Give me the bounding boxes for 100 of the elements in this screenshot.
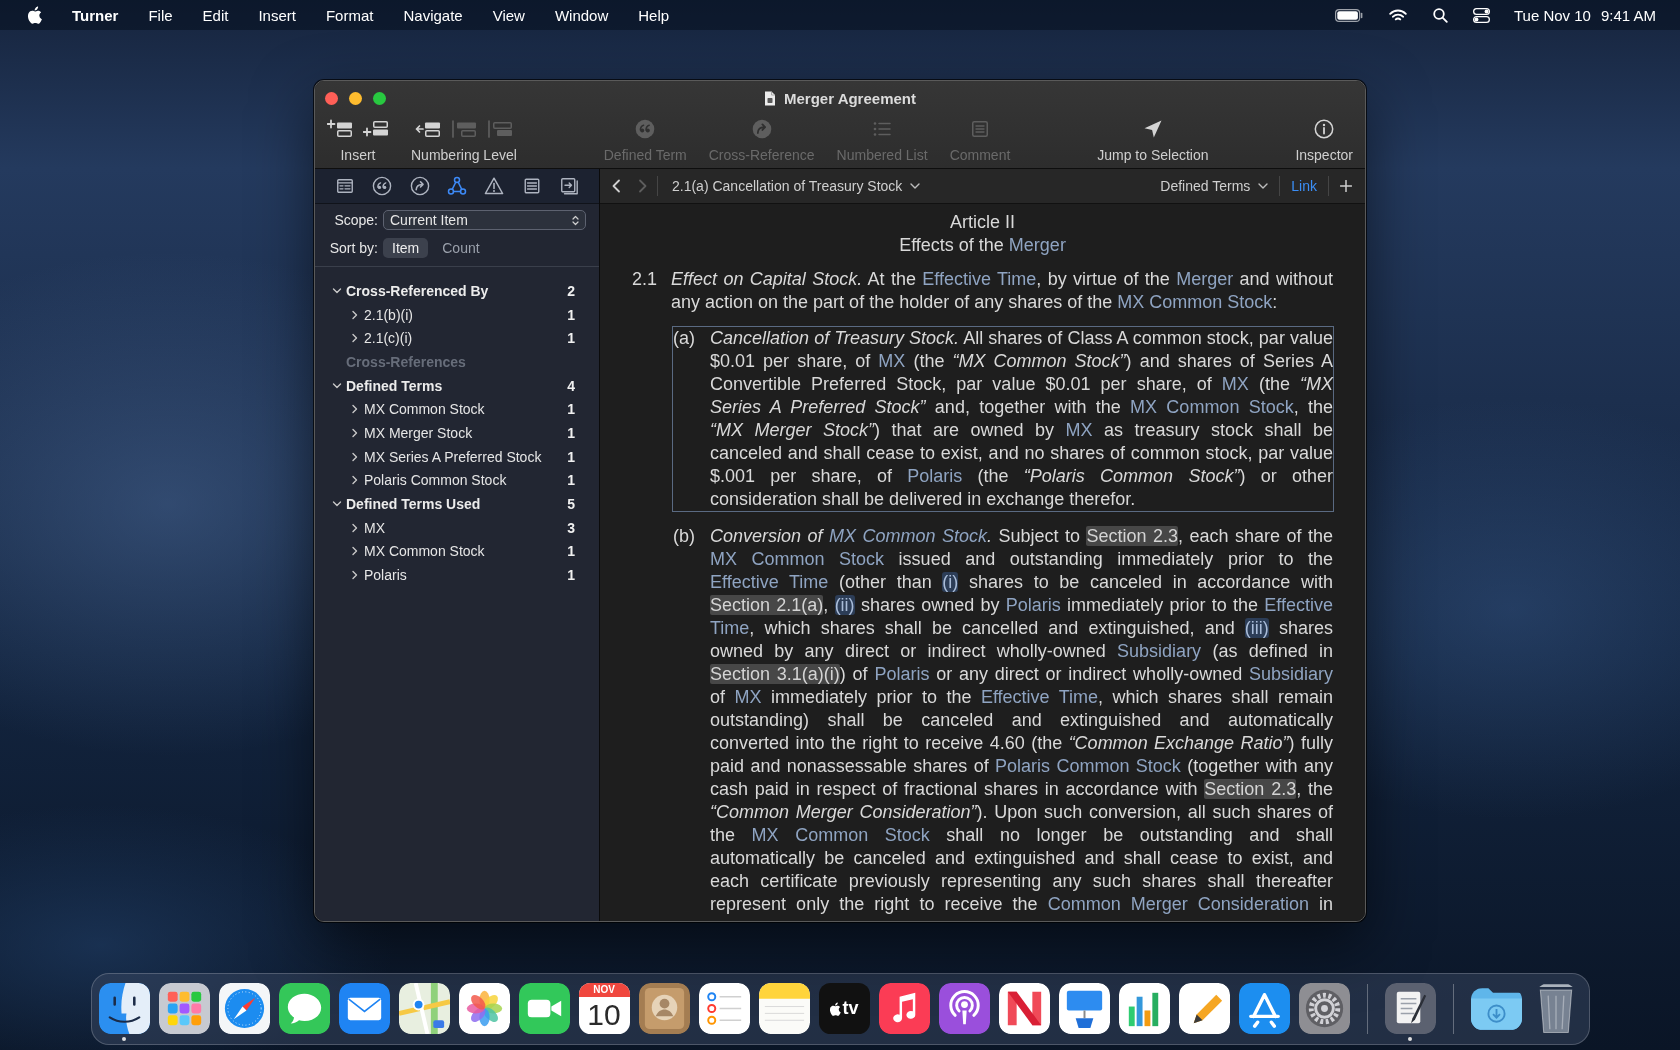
envelope-icon[interactable] (338, 983, 390, 1034)
network-icon[interactable] (447, 176, 467, 196)
outline-item-label[interactable]: 2.1(c)(i) (364, 330, 413, 347)
defined-term-link[interactable]: Subsidiary (1117, 641, 1202, 661)
person-icon[interactable] (638, 983, 690, 1034)
outline-item-label[interactable]: Polaris Common Stock (364, 472, 507, 489)
defined-term-link[interactable]: Subsidiary (1248, 664, 1333, 684)
scope-popup[interactable]: Current Item (383, 210, 586, 230)
app-grid-icon[interactable] (158, 983, 210, 1034)
menu-item[interactable]: Format (325, 6, 374, 24)
defined-term-link[interactable]: MX Common Stock (710, 549, 885, 569)
toolbar-button[interactable]: Inspector (1295, 115, 1353, 163)
defined-term-link[interactable]: Effective Time (922, 269, 1037, 289)
defined-term-link[interactable]: MX Common Stock (829, 526, 987, 546)
close-button[interactable] (325, 91, 338, 105)
bar-chart-icon[interactable] (1118, 983, 1170, 1034)
toggle-switches-icon[interactable] (1472, 7, 1490, 23)
quote-icon[interactable] (372, 176, 393, 196)
outline-item-label[interactable]: MX (364, 519, 385, 536)
menu-bar-clock[interactable]: 9:41 AM (1600, 6, 1656, 24)
menu-item[interactable]: Insert (258, 6, 296, 24)
menu-item[interactable]: Navigate (403, 6, 463, 24)
defined-term-link[interactable]: MX (734, 687, 762, 707)
defined-term-link[interactable]: MX Common Stock (1130, 397, 1294, 417)
breadcrumb-popup[interactable]: 2.1(a) Cancellation of Treasury Stock (672, 178, 921, 194)
podcast-icon[interactable] (938, 983, 990, 1034)
compass-icon[interactable] (218, 983, 270, 1034)
chevron-right-icon[interactable] (350, 404, 360, 415)
outline-group-label[interactable]: Defined Terms Used (346, 496, 481, 513)
outline-group-label[interactable]: Cross-Referenced By (346, 282, 489, 299)
chevron-right-icon[interactable] (350, 475, 360, 486)
zoom-button[interactable] (373, 91, 386, 105)
chevron-right-icon[interactable] (350, 570, 360, 581)
chevron-right-icon[interactable] (350, 522, 360, 533)
view-popup[interactable]: Defined Terms (1160, 178, 1269, 194)
menu-item[interactable]: Help (638, 6, 670, 24)
checklist-icon[interactable] (698, 983, 750, 1034)
video-camera-icon[interactable] (518, 983, 570, 1034)
gear-icon[interactable] (1298, 983, 1350, 1034)
map-icon[interactable] (398, 983, 450, 1034)
defined-term-link[interactable]: Polaris (874, 664, 930, 684)
chevron-right-icon[interactable] (350, 451, 360, 462)
defined-term-link[interactable]: MX (878, 351, 906, 371)
outline-item-label[interactable]: Polaris (364, 567, 407, 584)
tv-app-tile[interactable]: tv (818, 983, 870, 1034)
music-note-icon[interactable] (878, 983, 930, 1034)
section-reference-link[interactable]: Section 2.1(a) (710, 595, 824, 615)
menu-item[interactable]: View (492, 6, 525, 24)
chevron-right-icon[interactable] (350, 309, 360, 320)
defined-term-link[interactable]: Merger (1176, 269, 1234, 289)
defined-term-link[interactable]: Effective (1264, 595, 1333, 615)
pen-icon[interactable] (1178, 983, 1230, 1034)
export-icon[interactable] (558, 176, 579, 196)
clause-reference-link[interactable]: (ii) (834, 595, 855, 615)
face-icon[interactable] (98, 983, 150, 1034)
defined-term-link[interactable]: MX (1221, 374, 1249, 394)
defined-term-link[interactable]: MX Common Stock (1117, 292, 1273, 312)
menu-item[interactable]: Window (554, 6, 609, 24)
sort-option[interactable]: Item (383, 238, 429, 258)
n-logo-icon[interactable] (998, 983, 1050, 1034)
chevron-right-icon[interactable] (350, 427, 360, 438)
sort-option[interactable]: Count (433, 238, 489, 258)
link-button[interactable]: Link (1291, 178, 1317, 194)
a-frame-icon[interactable] (1238, 983, 1290, 1034)
outline-item-label[interactable]: MX Common Stock (364, 401, 485, 418)
defined-term-link[interactable]: Polaris (907, 466, 963, 486)
search-icon[interactable] (1432, 7, 1448, 23)
chevron-left-icon[interactable] (611, 179, 621, 193)
notepad-icon[interactable] (758, 983, 810, 1034)
menu-item[interactable]: File (148, 6, 173, 24)
apple-menu-icon[interactable] (27, 6, 42, 24)
clause-reference-link[interactable]: (iii) (1244, 618, 1269, 638)
add-icon[interactable] (1340, 180, 1352, 192)
clause-reference-link[interactable]: (i) (942, 572, 959, 592)
document-pen-icon[interactable] (1384, 983, 1436, 1034)
minimize-button[interactable] (349, 91, 362, 105)
defined-term-link[interactable]: Polaris Common Stock (995, 756, 1181, 776)
chevron-down-icon[interactable] (332, 380, 342, 391)
defined-term-link[interactable]: Merger (1008, 235, 1066, 255)
outline-item-label[interactable]: MX Merger Stock (364, 424, 473, 441)
toolbar-button[interactable]: Jump to Selection (1097, 115, 1209, 163)
section-reference-link[interactable]: Section 3.1(a)(i) (710, 664, 840, 684)
flower-icon[interactable] (458, 983, 510, 1034)
trash-icon[interactable] (1537, 983, 1575, 1034)
defined-term-link[interactable]: Effective Time (980, 687, 1099, 707)
defined-term-link[interactable]: Time (710, 618, 750, 638)
chevron-right-icon[interactable] (350, 333, 360, 344)
chevron-right-icon[interactable] (350, 546, 360, 557)
speech-bubble-icon[interactable] (278, 983, 330, 1034)
outline-item-label[interactable]: 2.1(b)(i) (364, 306, 413, 323)
calendar-app-tile[interactable]: NOV 10 (578, 983, 630, 1034)
defined-term-link[interactable]: Polaris (1005, 595, 1061, 615)
defined-term-link[interactable]: Common Merger Consideration (1047, 894, 1309, 914)
outline-item-label[interactable]: MX Common Stock (364, 543, 485, 560)
wifi-icon[interactable] (1388, 8, 1407, 22)
menu-bar-date[interactable]: Tue Nov 10 (1513, 6, 1591, 24)
defined-term-link[interactable]: MX Common Stock (751, 825, 930, 845)
outline-icon[interactable] (335, 176, 355, 196)
battery-icon[interactable] (1334, 8, 1363, 22)
download-folder-icon[interactable] (1470, 987, 1522, 1030)
